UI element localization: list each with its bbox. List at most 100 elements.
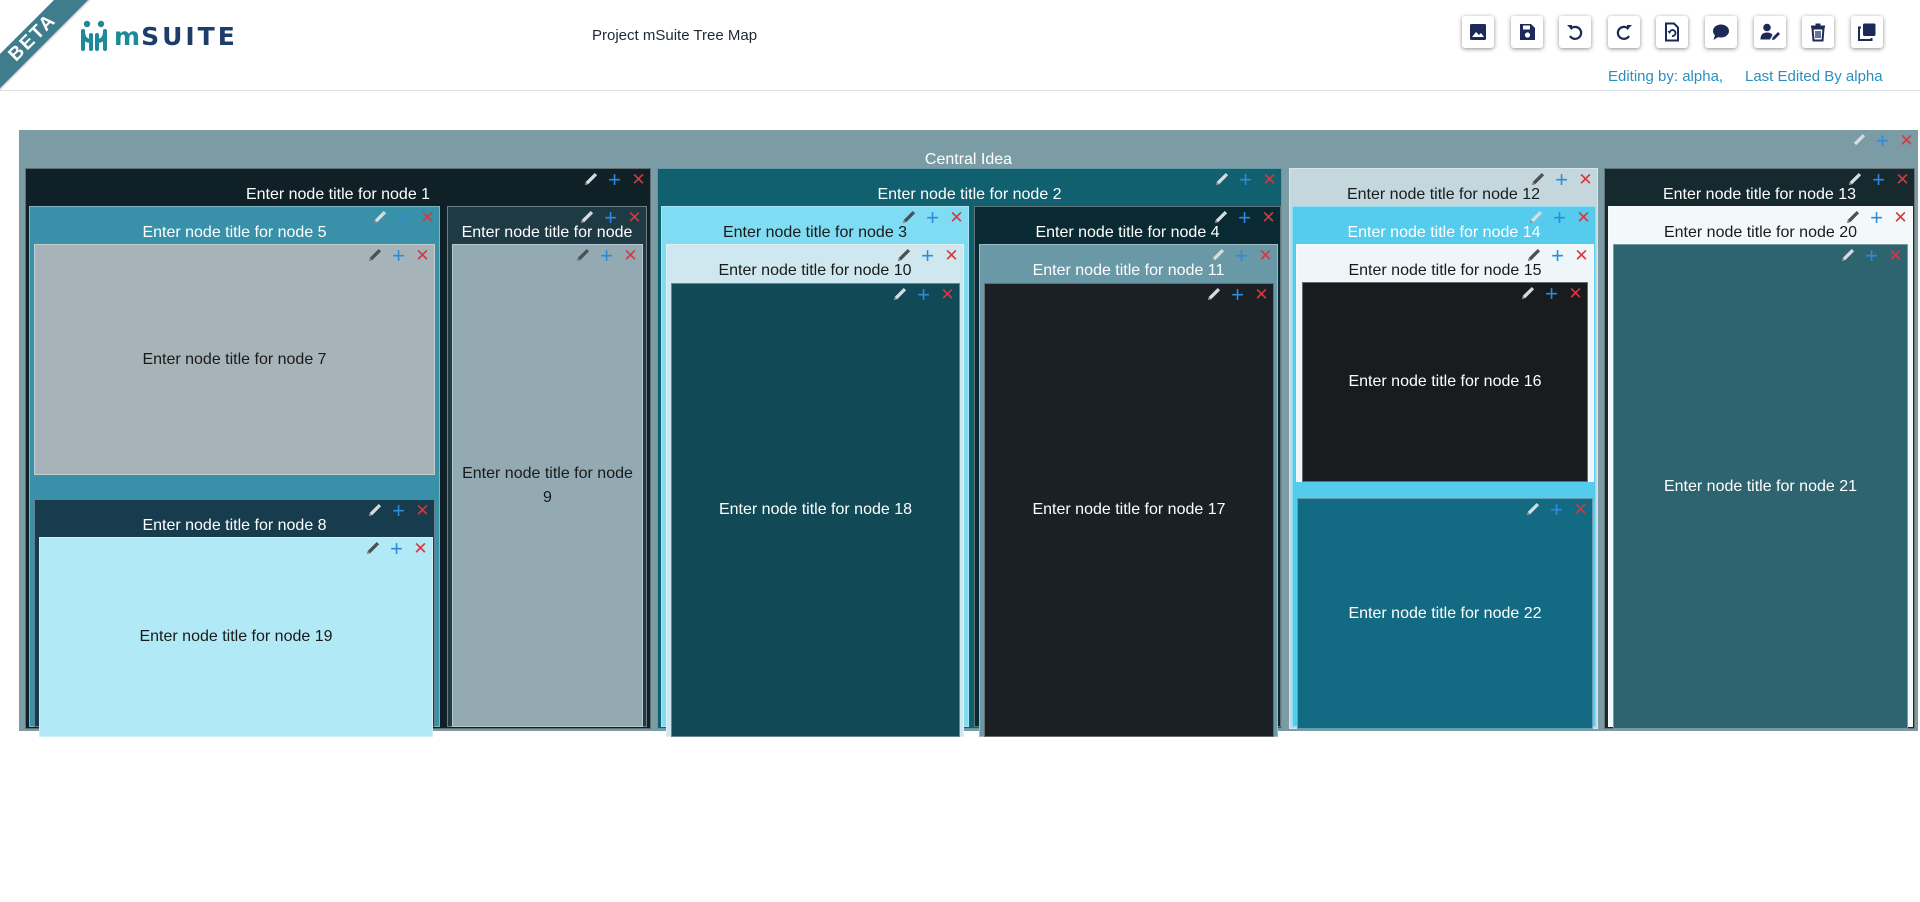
msuite-logo[interactable]: mSUITE [80, 18, 238, 54]
tree-node-17[interactable]: Enter node title for node 17 + ✕ [984, 283, 1274, 737]
edit-pencil-icon[interactable] [1840, 248, 1855, 263]
delete-node-icon[interactable]: ✕ [1573, 501, 1588, 518]
node-title[interactable]: Enter node title for node 3 [662, 223, 968, 242]
delete-node-icon[interactable]: ✕ [1899, 132, 1914, 149]
add-child-icon[interactable]: + [1230, 284, 1245, 306]
node-title[interactable]: Enter node title for node 22 [1298, 602, 1592, 626]
add-child-icon[interactable]: + [1864, 245, 1879, 267]
delete-node-icon[interactable]: ✕ [1262, 171, 1277, 188]
node-title[interactable]: Enter node title for node 20 [1609, 223, 1912, 242]
delete-node-icon[interactable]: ✕ [627, 209, 642, 226]
edit-pencil-icon[interactable] [1530, 172, 1545, 187]
tree-node-21[interactable]: Enter node title for node 21 + ✕ [1613, 244, 1908, 729]
add-child-icon[interactable]: + [1869, 207, 1884, 229]
node-title[interactable]: Enter node title for node 14 [1293, 223, 1595, 242]
add-child-icon[interactable]: + [396, 207, 411, 229]
delete-node-icon[interactable]: ✕ [1576, 209, 1591, 226]
node-title[interactable]: Enter node title for node 17 [985, 498, 1273, 522]
node-title[interactable]: Central Idea [19, 150, 1918, 169]
edit-pencil-icon[interactable] [579, 210, 594, 225]
node-title[interactable]: Enter node title for node 5 [30, 223, 439, 242]
add-child-icon[interactable]: + [389, 538, 404, 560]
comment-button[interactable] [1704, 16, 1737, 48]
node-title[interactable]: Enter node title for node 18 [672, 498, 959, 522]
edit-pencil-icon[interactable] [367, 503, 382, 518]
add-child-icon[interactable]: + [1234, 245, 1249, 267]
node-title[interactable]: Enter node title for node 10 [667, 261, 963, 280]
node-title[interactable]: Enter node title for node 12 [1290, 185, 1597, 204]
edit-pencil-icon[interactable] [1845, 210, 1860, 225]
tree-node-18[interactable]: Enter node title for node 18 + ✕ [671, 283, 960, 737]
image-button[interactable] [1462, 16, 1494, 48]
add-child-icon[interactable]: + [916, 284, 931, 306]
add-child-icon[interactable]: + [1552, 207, 1567, 229]
node-title[interactable]: Enter node title for node 15 [1297, 261, 1593, 280]
add-child-icon[interactable]: + [603, 207, 618, 229]
add-child-icon[interactable]: + [1238, 169, 1253, 191]
add-child-icon[interactable]: + [1549, 499, 1564, 521]
delete-node-icon[interactable]: ✕ [1568, 285, 1583, 302]
node-title[interactable]: Enter node title for node 9 [453, 462, 642, 510]
node-title[interactable]: Enter node title for node 1 [26, 185, 650, 204]
edit-pencil-icon[interactable] [575, 248, 590, 263]
delete-node-icon[interactable]: ✕ [949, 209, 964, 226]
delete-node-icon[interactable]: ✕ [415, 247, 430, 264]
delete-node-icon[interactable]: ✕ [940, 286, 955, 303]
delete-node-icon[interactable]: ✕ [1895, 171, 1910, 188]
node-title[interactable]: Enter node title for node 8 [35, 516, 434, 535]
delete-node-icon[interactable]: ✕ [1574, 247, 1589, 264]
edit-pencil-icon[interactable] [1213, 210, 1228, 225]
delete-node-icon[interactable]: ✕ [944, 247, 959, 264]
node-title[interactable]: Enter node title for node 21 [1614, 475, 1907, 499]
user-edit-button[interactable] [1753, 16, 1786, 48]
add-child-icon[interactable]: + [599, 245, 614, 267]
edit-pencil-icon[interactable] [892, 287, 907, 302]
edit-pencil-icon[interactable] [1210, 248, 1225, 263]
redo-button[interactable] [1607, 16, 1640, 48]
delete-node-icon[interactable]: ✕ [1578, 171, 1593, 188]
tree-node-16[interactable]: Enter node title for node 16 + ✕ [1302, 282, 1588, 482]
node-title[interactable]: Enter node title for node 13 [1605, 185, 1914, 204]
edit-pencil-icon[interactable] [1525, 502, 1540, 517]
add-child-icon[interactable]: + [1544, 283, 1559, 305]
add-child-icon[interactable]: + [391, 500, 406, 522]
delete-node-icon[interactable]: ✕ [1258, 247, 1273, 264]
edit-pencil-icon[interactable] [1520, 286, 1535, 301]
restore-button[interactable] [1656, 16, 1689, 48]
edit-pencil-icon[interactable] [896, 248, 911, 263]
add-child-icon[interactable]: + [1550, 245, 1565, 267]
edit-pencil-icon[interactable] [1214, 172, 1229, 187]
delete-node-icon[interactable]: ✕ [1888, 247, 1903, 264]
node-title[interactable]: Enter node title for node 11 [980, 261, 1277, 280]
edit-pencil-icon[interactable] [367, 248, 382, 263]
add-child-icon[interactable]: + [1554, 169, 1569, 191]
edit-pencil-icon[interactable] [1528, 210, 1543, 225]
delete-node-icon[interactable]: ✕ [1261, 209, 1276, 226]
edit-pencil-icon[interactable] [372, 210, 387, 225]
add-child-icon[interactable]: + [1237, 207, 1252, 229]
node-title[interactable]: Enter node title for node 2 [658, 185, 1281, 204]
tree-node-19[interactable]: Enter node title for node 19 + ✕ [39, 537, 433, 737]
edit-pencil-icon[interactable] [1851, 133, 1866, 148]
tree-node-22[interactable]: Enter node title for node 22 + ✕ [1297, 498, 1593, 729]
tree-node-9[interactable]: Enter node title for node 9 + ✕ [452, 244, 643, 727]
delete-node-icon[interactable]: ✕ [1254, 286, 1269, 303]
save-button[interactable] [1510, 16, 1543, 48]
delete-node-icon[interactable]: ✕ [420, 209, 435, 226]
edit-pencil-icon[interactable] [583, 172, 598, 187]
delete-node-icon[interactable]: ✕ [623, 247, 638, 264]
add-child-icon[interactable]: + [920, 245, 935, 267]
node-title[interactable]: Enter node title for node 7 [35, 348, 434, 372]
tree-node-7[interactable]: Enter node title for node 7 + ✕ [34, 244, 435, 475]
add-child-icon[interactable]: + [1875, 130, 1890, 152]
undo-button[interactable] [1559, 16, 1592, 48]
edit-pencil-icon[interactable] [901, 210, 916, 225]
delete-node-icon[interactable]: ✕ [413, 540, 428, 557]
node-title[interactable]: Enter node title for node 19 [40, 625, 432, 649]
delete-node-icon[interactable]: ✕ [631, 171, 646, 188]
edit-pencil-icon[interactable] [365, 541, 380, 556]
add-child-icon[interactable]: + [925, 207, 940, 229]
node-title[interactable]: Enter node title for node 16 [1303, 370, 1587, 394]
delete-node-icon[interactable]: ✕ [1893, 209, 1908, 226]
edit-pencil-icon[interactable] [1847, 172, 1862, 187]
